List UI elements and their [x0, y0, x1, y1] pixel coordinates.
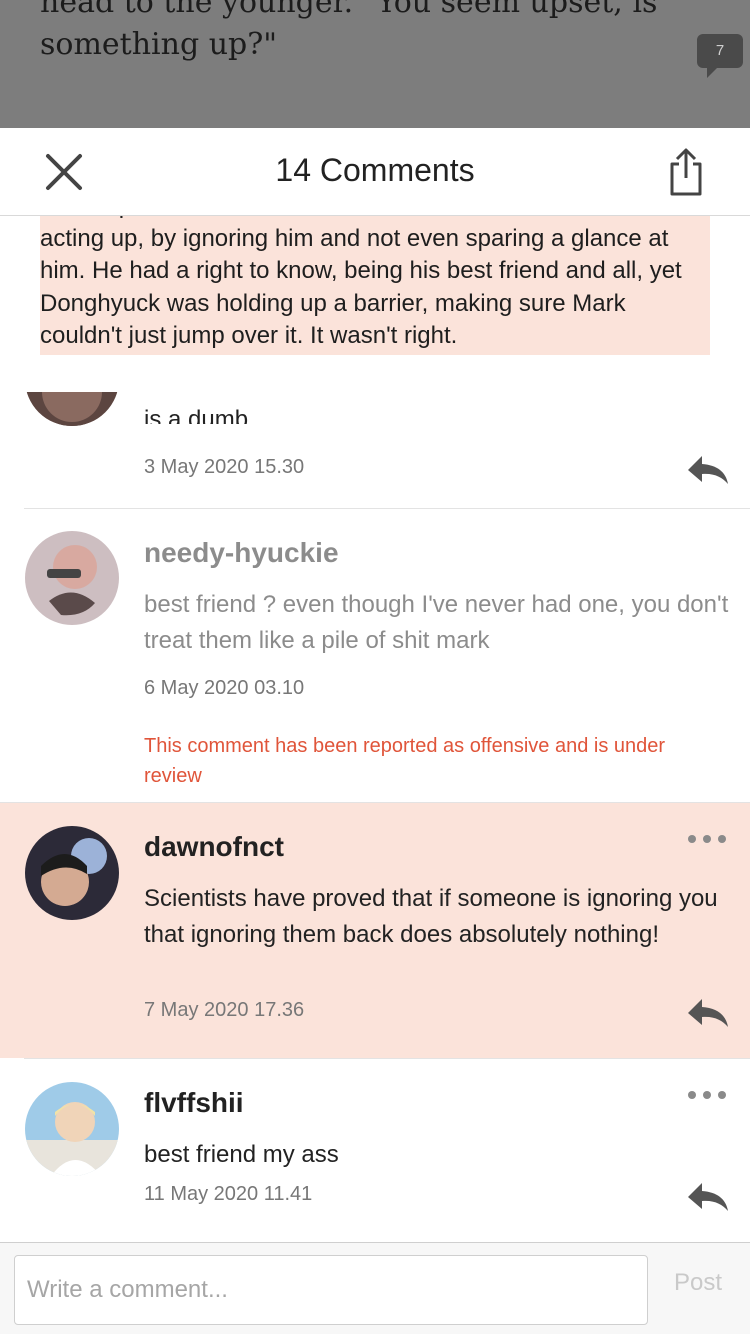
- avatar[interactable]: [25, 1082, 119, 1176]
- reply-button[interactable]: [686, 997, 730, 1029]
- avatar[interactable]: [25, 531, 119, 625]
- reply-button[interactable]: [686, 454, 730, 486]
- comment-body: best friend ? even though I've never had…: [144, 591, 729, 654]
- comment-body: best friend my ass: [144, 1141, 339, 1168]
- avatar-image: [25, 826, 119, 920]
- comment-item: flvffshii best friend my ass 11 May 2020…: [0, 1059, 750, 1242]
- comment-list[interactable]: is a dumb 3 May 2020 15.30 needy-hyuckie…: [0, 392, 750, 1242]
- comment-date: 11 May 2020 11.41: [144, 1183, 313, 1205]
- comment-item: is a dumb 3 May 2020 15.30: [0, 392, 750, 508]
- comment-date: 7 May 2020 17.36: [144, 999, 305, 1021]
- reply-icon: [688, 456, 728, 484]
- avatar-image: [25, 531, 119, 625]
- comment-username[interactable]: dawnofnct: [144, 831, 284, 863]
- comment-composer: Post: [0, 1242, 750, 1334]
- avatar-image: [25, 392, 119, 426]
- avatar[interactable]: [25, 826, 119, 920]
- more-options-button[interactable]: [688, 1088, 728, 1102]
- comment-date: 3 May 2020 15.30: [144, 456, 305, 478]
- quoted-paragraph-container: of the spectrum rather than the sad sinc…: [0, 216, 750, 366]
- comment-date: 6 May 2020 03.10: [144, 677, 305, 699]
- story-line-1: head to the younger. "You seem upset, is: [40, 0, 658, 20]
- avatar[interactable]: [25, 392, 119, 426]
- post-button[interactable]: Post: [660, 1269, 736, 1297]
- reply-icon: [688, 999, 728, 1027]
- story-text: head to the younger. "You seem upset, is…: [40, 0, 680, 66]
- page-title: 14 Comments: [275, 152, 475, 188]
- share-icon: [670, 148, 702, 196]
- comments-header: 14 Comments: [0, 128, 750, 216]
- story-line-2: something up?": [40, 27, 278, 62]
- comment-username[interactable]: needy-hyuckie: [144, 537, 339, 569]
- reply-button[interactable]: [686, 1181, 730, 1213]
- comment-item: needy-hyuckie best friend ? even though …: [0, 509, 750, 802]
- inline-comment-badge[interactable]: 7: [697, 34, 743, 78]
- share-button[interactable]: [664, 144, 708, 200]
- comment-username[interactable]: flvffshii: [144, 1087, 244, 1119]
- story-background: head to the younger. "You seem upset, is…: [0, 0, 750, 128]
- comment-body: Scientists have proved that if someone i…: [144, 885, 718, 948]
- more-options-button[interactable]: [688, 832, 728, 846]
- reported-notice: This comment has been reported as offens…: [144, 735, 666, 787]
- quoted-paragraph: of the spectrum rather than the sad sinc…: [40, 216, 710, 355]
- comment-item-highlighted: dawnofnct Scientists have proved that if…: [0, 803, 750, 1058]
- comment-body: is a dumb: [144, 406, 249, 424]
- comment-input[interactable]: [14, 1255, 648, 1325]
- reply-icon: [688, 1183, 728, 1211]
- avatar-image: [25, 1082, 119, 1176]
